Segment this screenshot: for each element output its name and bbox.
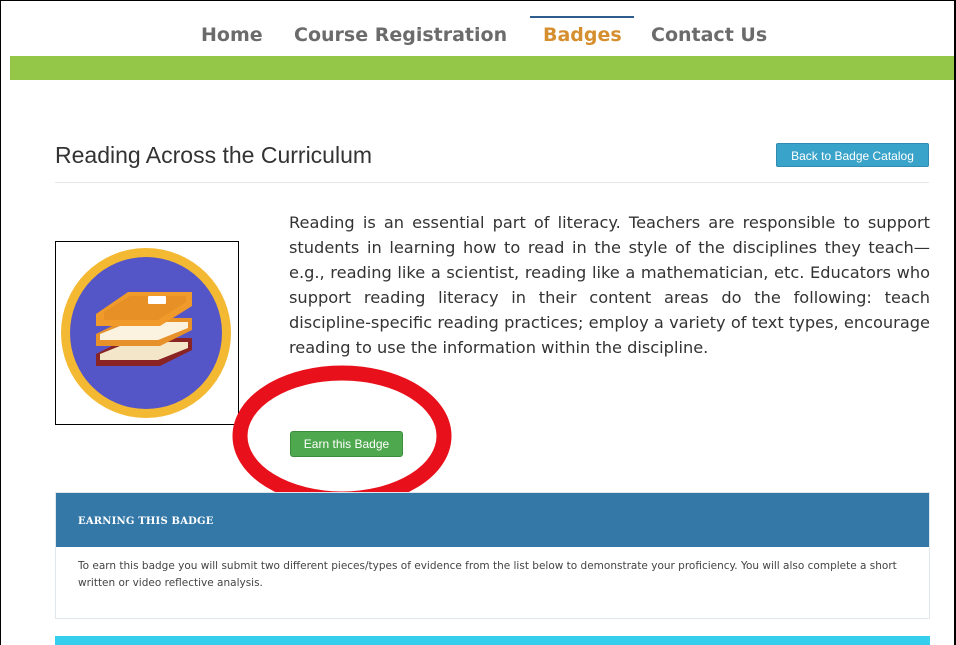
nav-item-contact-us[interactable]: Contact Us — [651, 24, 767, 46]
badge-description: Reading is an essential part of literacy… — [289, 213, 930, 357]
page-title: Reading Across the Curriculum — [55, 142, 373, 168]
panel-header: EARNING THIS BADGE — [56, 493, 929, 547]
earning-this-badge-panel: EARNING THIS BADGE To earn this badge yo… — [55, 492, 930, 619]
nav-active-indicator — [530, 16, 634, 18]
screenshot-frame-top — [0, 0, 956, 1]
panel-title: EARNING THIS BADGE — [78, 516, 214, 527]
panel-body-text: To earn this badge you will submit two d… — [78, 560, 897, 589]
header-accent-bar — [10, 56, 954, 80]
back-to-badge-catalog-button[interactable]: Back to Badge Catalog — [776, 143, 929, 167]
nav-item-badges[interactable]: Badges — [543, 24, 622, 46]
badge-image — [55, 241, 239, 425]
earn-this-badge-button[interactable]: Earn this Badge — [290, 431, 403, 457]
nav-item-course-registration[interactable]: Course Registration — [294, 24, 507, 46]
main-nav: Home Course Registration Badges Contact … — [0, 14, 954, 54]
next-panel-header-edge — [55, 636, 930, 645]
screenshot-frame-left — [0, 0, 1, 645]
book-stack-badge-icon — [61, 248, 231, 418]
nav-item-home[interactable]: Home — [201, 24, 263, 46]
title-divider — [55, 182, 929, 183]
